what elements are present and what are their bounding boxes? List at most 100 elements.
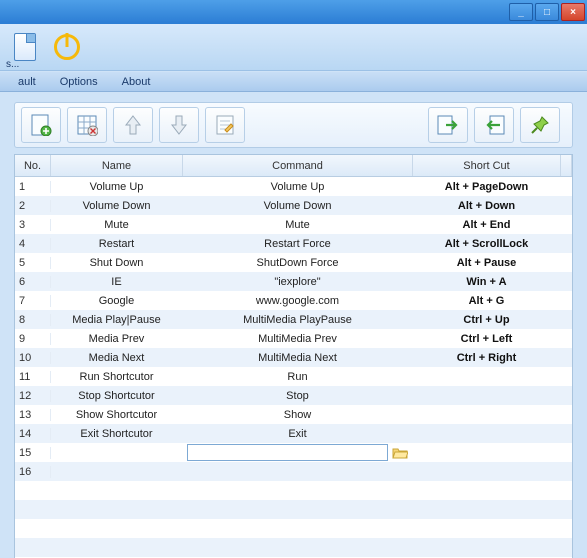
edit-button[interactable] (205, 107, 245, 143)
cell-name: IE (51, 276, 183, 288)
table-row[interactable]: 3MuteMuteAlt + End (15, 215, 572, 234)
export-button[interactable] (428, 107, 468, 143)
table-row[interactable]: 8Media Play|PauseMultiMedia PlayPauseCtr… (15, 310, 572, 329)
menu-about[interactable]: About (110, 74, 163, 90)
cell-command: ShutDown Force (183, 257, 413, 269)
add-page-icon (30, 114, 52, 136)
delete-button[interactable] (67, 107, 107, 143)
cell-shortcut: Alt + End (413, 219, 561, 231)
cell-shortcut: Ctrl + Up (413, 314, 561, 326)
cell-no: 10 (15, 352, 51, 364)
pin-button[interactable] (520, 107, 560, 143)
col-header-name[interactable]: Name (51, 155, 183, 176)
cell-name: Mute (51, 219, 183, 231)
table-row[interactable]: 7Googlewww.google.comAlt + G (15, 291, 572, 310)
toolbar (14, 102, 573, 148)
move-up-button[interactable] (113, 107, 153, 143)
cell-command: Restart Force (183, 238, 413, 250)
cell-shortcut: Alt + ScrollLock (413, 238, 561, 250)
power-icon (54, 34, 80, 60)
menu-default[interactable]: ault (6, 74, 48, 90)
folder-open-icon[interactable] (392, 446, 408, 459)
cell-no: 3 (15, 219, 51, 231)
table-row[interactable]: 16 (15, 462, 572, 481)
cell-shortcut: Ctrl + Left (413, 333, 561, 345)
grid-header: No. Name Command Short Cut (15, 155, 572, 177)
cell-command: Show (183, 409, 413, 421)
cell-no: 7 (15, 295, 51, 307)
cell-command: Volume Down (183, 200, 413, 212)
menu-options[interactable]: Options (48, 74, 110, 90)
cell-no: 16 (15, 466, 51, 478)
arrow-up-icon (123, 114, 143, 136)
import-button[interactable] (474, 107, 514, 143)
col-header-shortcut[interactable]: Short Cut (413, 155, 561, 176)
cell-command: Mute (183, 219, 413, 231)
cell-no: 13 (15, 409, 51, 421)
ribbon-caption: s... (0, 59, 587, 70)
table-row[interactable]: 1Volume UpVolume UpAlt + PageDown (15, 177, 572, 196)
cell-shortcut: Alt + Down (413, 200, 561, 212)
table-row-empty (15, 481, 572, 500)
cell-no: 1 (15, 181, 51, 193)
grid-body[interactable]: 1Volume UpVolume UpAlt + PageDown2Volume… (15, 177, 572, 558)
table-row-empty (15, 519, 572, 538)
cell-name: Media Play|Pause (51, 314, 183, 326)
table-row[interactable]: 11Run ShortcutorRun (15, 367, 572, 386)
titlebar: _ □ × (0, 0, 587, 24)
cell-name: Exit Shortcutor (51, 428, 183, 440)
table-row[interactable]: 12Stop ShortcutorStop (15, 386, 572, 405)
cell-no: 14 (15, 428, 51, 440)
cell-no: 2 (15, 200, 51, 212)
table-row-empty (15, 538, 572, 557)
document-icon (14, 33, 36, 61)
import-icon (482, 114, 506, 136)
maximize-button[interactable]: □ (535, 3, 559, 21)
cell-name: Media Next (51, 352, 183, 364)
table-row[interactable]: 5Shut DownShutDown ForceAlt + Pause (15, 253, 572, 272)
move-down-button[interactable] (159, 107, 199, 143)
command-input[interactable] (187, 444, 388, 461)
table-row-empty (15, 500, 572, 519)
cell-name: Shut Down (51, 257, 183, 269)
cell-command: www.google.com (183, 295, 413, 307)
cell-no: 5 (15, 257, 51, 269)
edit-page-icon (214, 114, 236, 136)
close-button[interactable]: × (561, 3, 585, 21)
col-header-rest (561, 155, 572, 176)
cell-name: Media Prev (51, 333, 183, 345)
table-row[interactable]: 6IE"iexplore"Win + A (15, 272, 572, 291)
cell-no: 15 (15, 447, 51, 459)
cell-no: 6 (15, 276, 51, 288)
table-row[interactable]: 2Volume DownVolume DownAlt + Down (15, 196, 572, 215)
cell-command: MultiMedia Next (183, 352, 413, 364)
grid-delete-icon (76, 114, 98, 136)
cell-shortcut: Alt + PageDown (413, 181, 561, 193)
col-header-no[interactable]: No. (15, 155, 51, 176)
cell-name: Stop Shortcutor (51, 390, 183, 402)
power-button[interactable] (48, 28, 86, 66)
arrow-down-icon (169, 114, 189, 136)
cell-command: Exit (183, 428, 413, 440)
table-row[interactable]: 4RestartRestart ForceAlt + ScrollLock (15, 234, 572, 253)
add-button[interactable] (21, 107, 61, 143)
cell-name: Restart (51, 238, 183, 250)
cell-command: Volume Up (183, 181, 413, 193)
table-row[interactable]: 15 (15, 443, 572, 462)
table-row[interactable]: 10Media NextMultiMedia NextCtrl + Right (15, 348, 572, 367)
table-row[interactable]: 14Exit ShortcutorExit (15, 424, 572, 443)
cell-command: Stop (183, 390, 413, 402)
col-header-command[interactable]: Command (183, 155, 413, 176)
minimize-button[interactable]: _ (509, 3, 533, 21)
pin-icon (530, 115, 550, 135)
cell-name: Volume Up (51, 181, 183, 193)
cell-command: "iexplore" (183, 276, 413, 288)
cell-name: Google (51, 295, 183, 307)
export-icon (436, 114, 460, 136)
cell-shortcut: Ctrl + Right (413, 352, 561, 364)
cell-command (183, 444, 413, 461)
table-row[interactable]: 9Media PrevMultiMedia PrevCtrl + Left (15, 329, 572, 348)
table-row[interactable]: 13Show ShortcutorShow (15, 405, 572, 424)
cell-command: MultiMedia PlayPause (183, 314, 413, 326)
cell-no: 4 (15, 238, 51, 250)
